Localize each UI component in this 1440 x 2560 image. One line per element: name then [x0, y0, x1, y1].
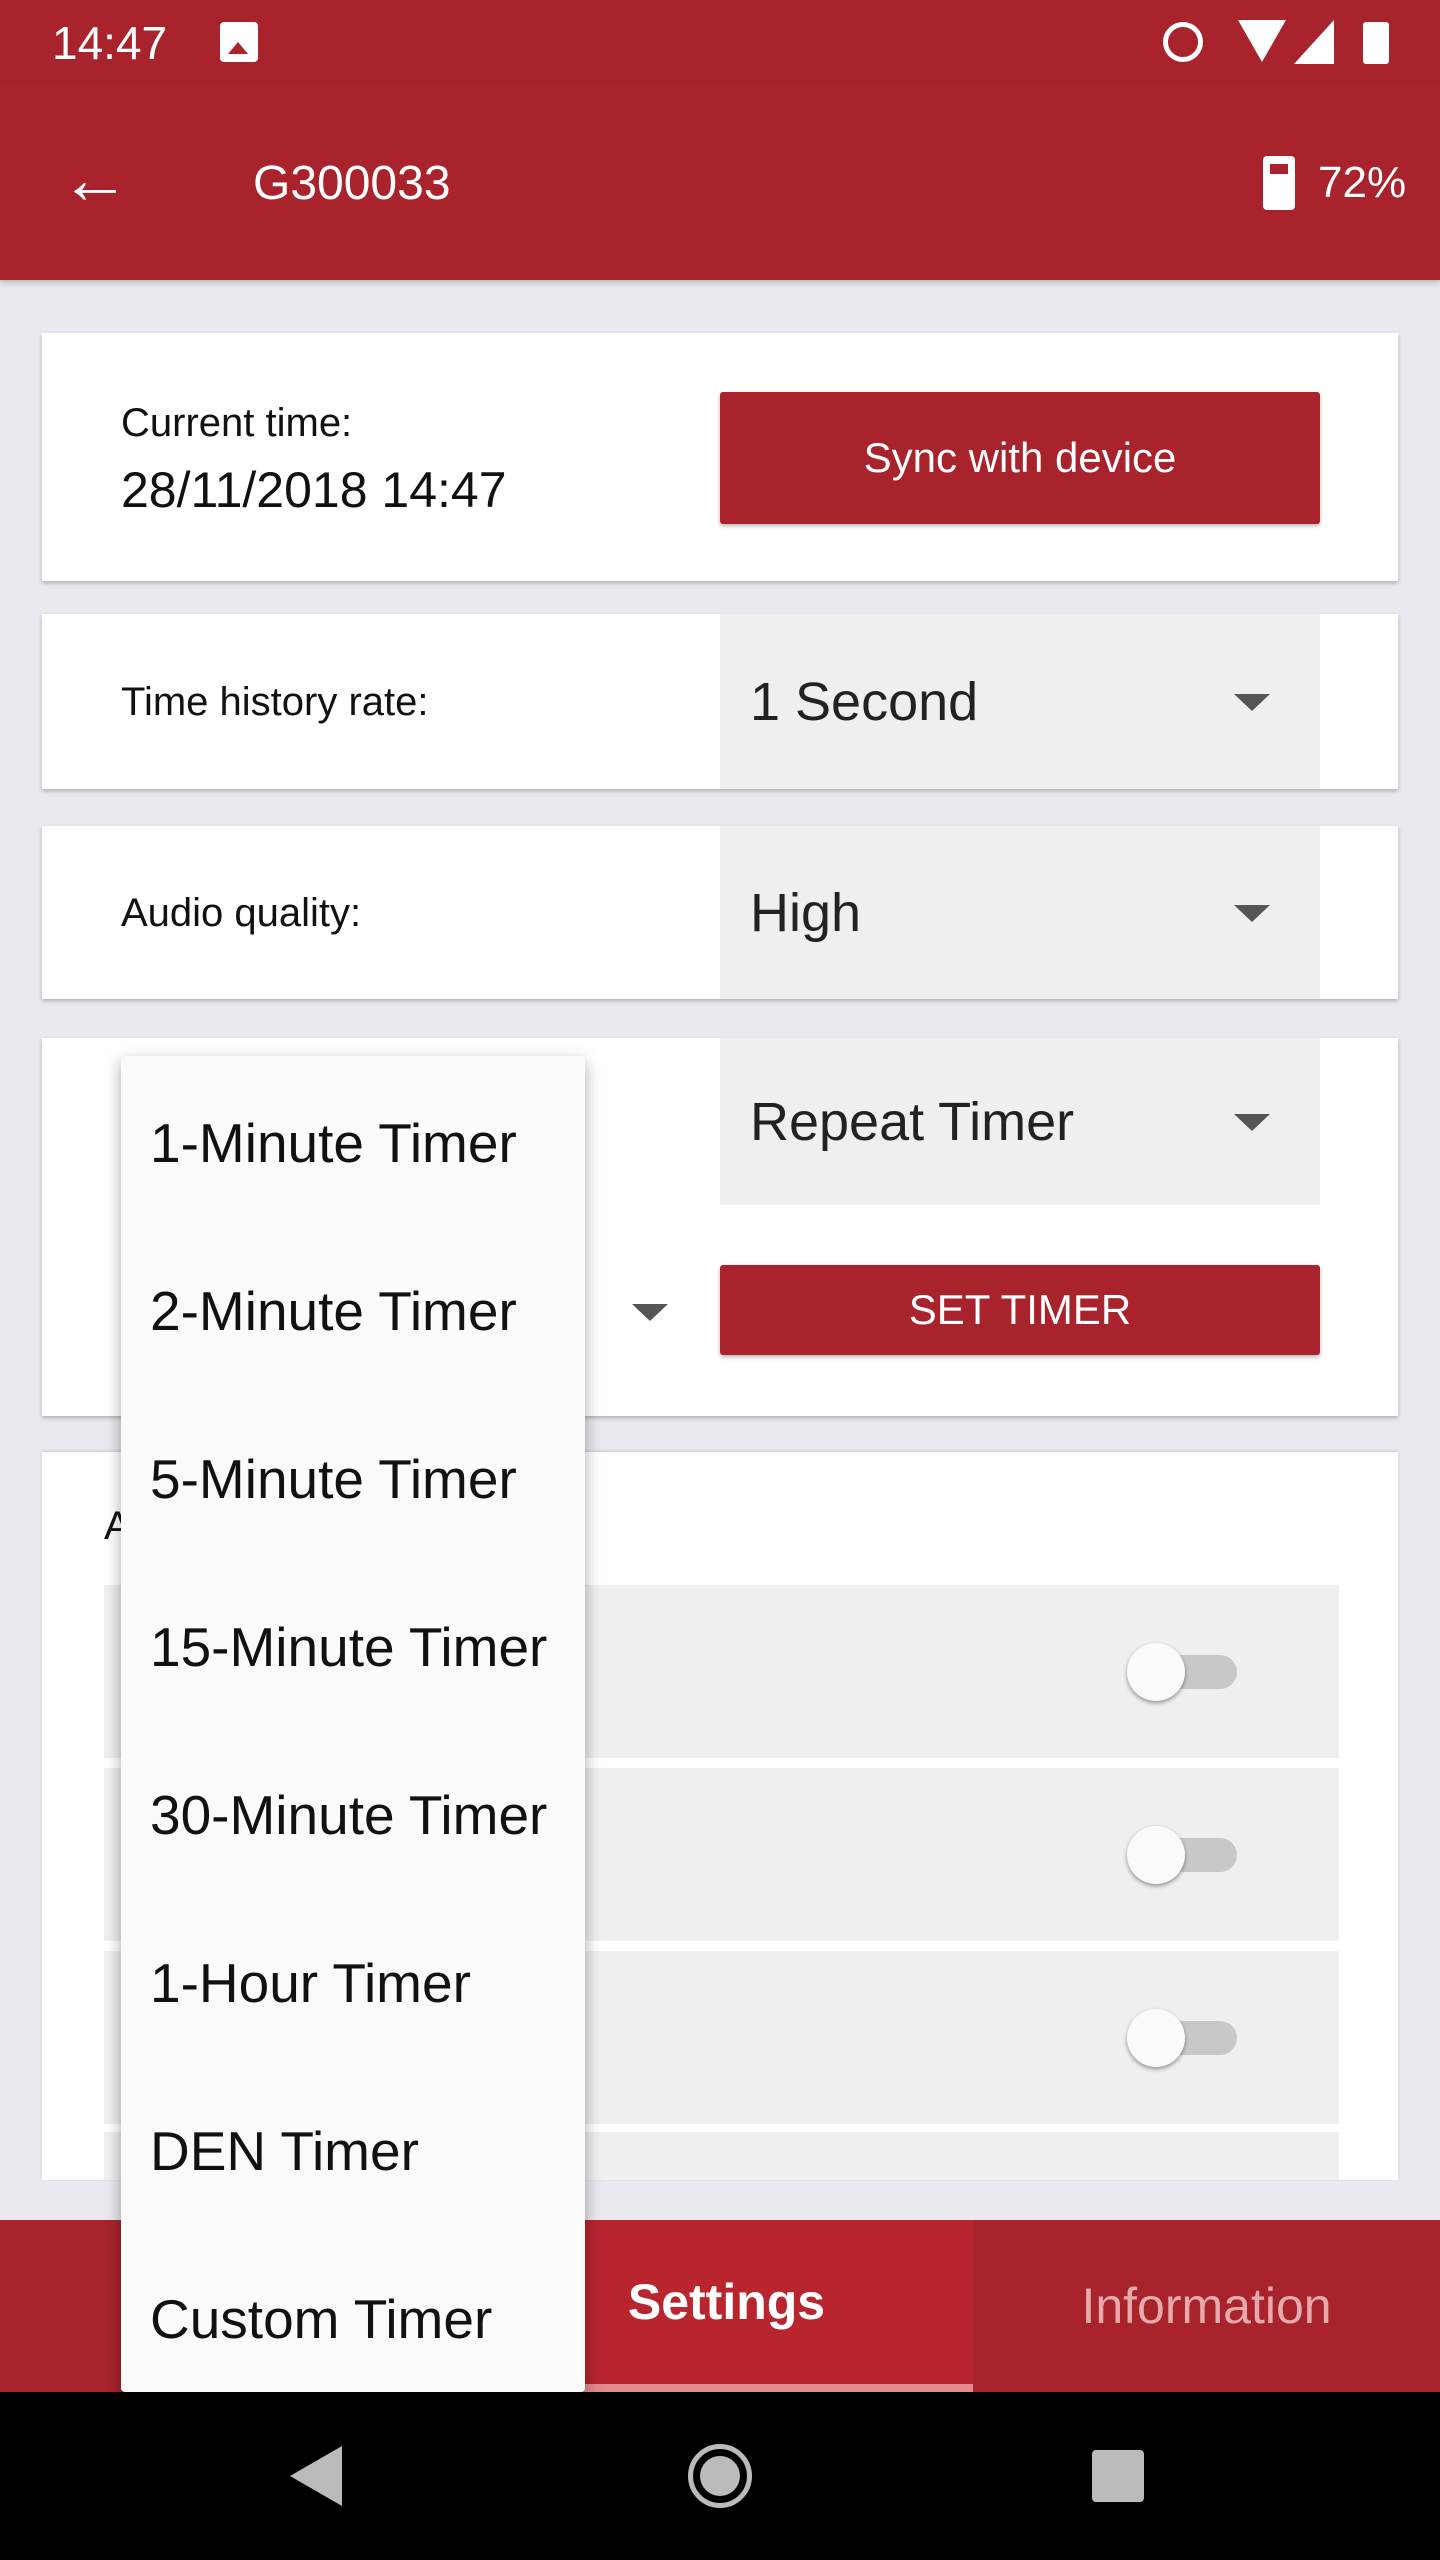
- home-nav-icon[interactable]: [688, 2444, 752, 2508]
- app-bar: ← G300033 72%: [0, 84, 1440, 280]
- caret-down-icon: [1234, 1113, 1270, 1131]
- battery-icon: [1263, 156, 1295, 210]
- battery-icon: [1363, 22, 1389, 64]
- status-bar: 14:47: [0, 0, 1440, 84]
- wifi-icon: [1238, 20, 1286, 62]
- menu-item[interactable]: Custom Timer: [150, 2235, 580, 2403]
- audio-quality-value: High: [750, 882, 862, 943]
- history-rate-label: Time history rate:: [121, 680, 429, 724]
- audio-quality-label: Audio quality:: [121, 891, 362, 935]
- sync-button[interactable]: Sync with device: [720, 392, 1320, 524]
- caret-down-icon: [1234, 693, 1270, 711]
- history-rate-card: Time history rate: 1 Second: [42, 614, 1398, 789]
- menu-item[interactable]: 30-Minute Timer: [150, 1731, 580, 1899]
- caret-down-icon: [1234, 904, 1270, 922]
- image-icon: [220, 22, 258, 62]
- menu-item[interactable]: DEN Timer: [150, 2067, 580, 2235]
- arrow-left-icon[interactable]: ←: [60, 144, 130, 214]
- tab-information[interactable]: Information: [973, 2220, 1440, 2392]
- timer-dropdown-menu: 1-Minute Timer 2-Minute Timer 5-Minute T…: [121, 1056, 585, 2392]
- menu-item[interactable]: 5-Minute Timer: [150, 1395, 580, 1563]
- menu-item[interactable]: 1-Minute Timer: [150, 1059, 580, 1227]
- signal-icon: [1294, 20, 1334, 64]
- history-rate-dropdown[interactable]: 1 Second: [720, 614, 1320, 789]
- current-time-card: Current time: 28/11/2018 14:47 Sync with…: [42, 333, 1398, 581]
- timer-mode-value: Repeat Timer: [750, 1091, 1075, 1152]
- status-time: 14:47: [52, 17, 168, 69]
- device-title: G300033: [253, 157, 451, 210]
- back-nav-icon[interactable]: [290, 2446, 342, 2506]
- menu-item[interactable]: 2-Minute Timer: [150, 1227, 580, 1395]
- menu-item[interactable]: 15-Minute Timer: [150, 1563, 580, 1731]
- toggle-switch[interactable]: [1127, 1643, 1238, 1701]
- menu-item[interactable]: 1-Hour Timer: [150, 1899, 580, 2067]
- set-timer-button[interactable]: SET TIMER: [720, 1265, 1320, 1355]
- history-rate-value: 1 Second: [750, 671, 979, 732]
- current-time-label: Current time:: [121, 401, 353, 445]
- alarm-icon: [1163, 22, 1203, 62]
- toggle-switch[interactable]: [1127, 1826, 1238, 1884]
- system-nav-bar: [0, 2392, 1440, 2560]
- battery-percent: 72%: [1318, 158, 1407, 207]
- current-time-value: 28/11/2018 14:47: [121, 462, 507, 518]
- audio-quality-dropdown[interactable]: High: [720, 826, 1320, 999]
- recents-nav-icon[interactable]: [1092, 2450, 1144, 2502]
- timer-duration-dropdown-caret-icon[interactable]: [632, 1304, 668, 1321]
- toggle-switch[interactable]: [1127, 2009, 1238, 2067]
- timer-mode-dropdown[interactable]: Repeat Timer: [720, 1038, 1320, 1205]
- audio-quality-card: Audio quality: High: [42, 826, 1398, 999]
